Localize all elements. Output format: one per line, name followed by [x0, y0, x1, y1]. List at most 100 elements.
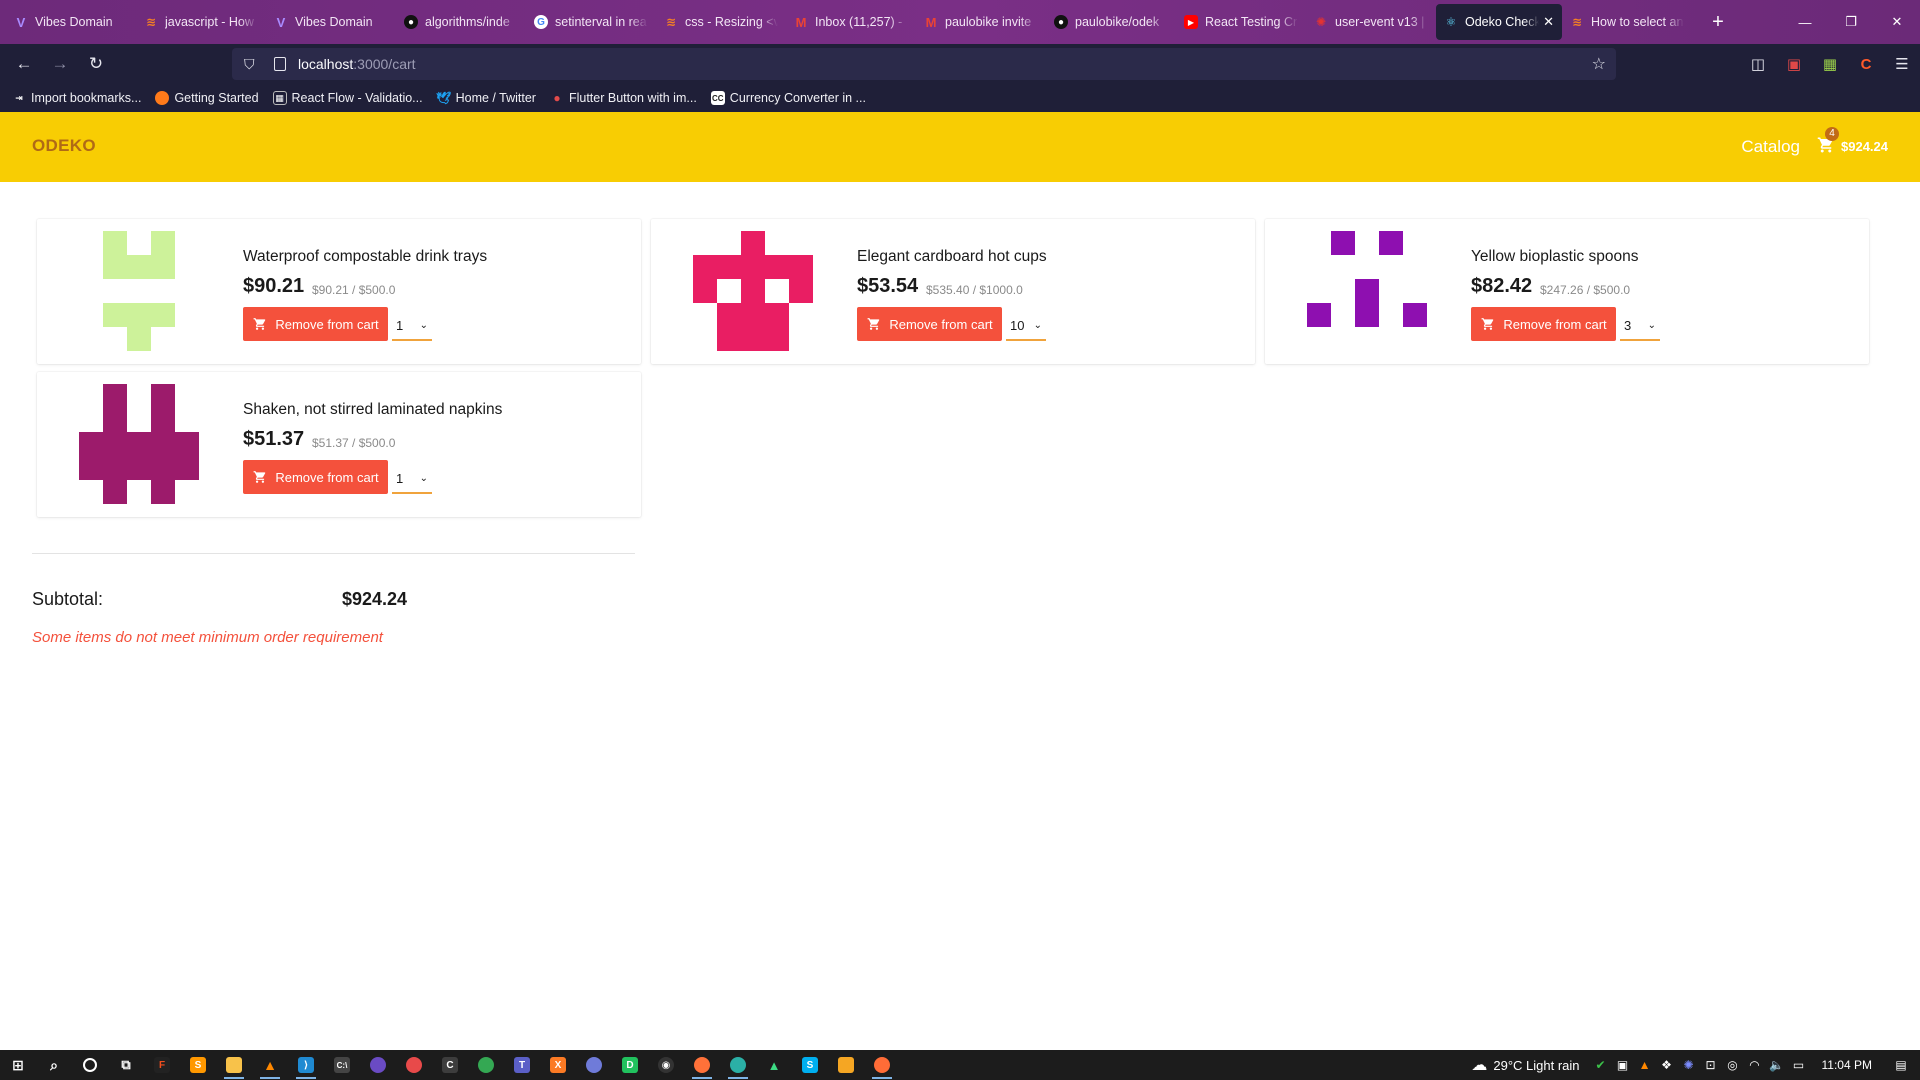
taskbar-app[interactable]: ⟩: [288, 1050, 324, 1080]
remove-from-cart-button[interactable]: Remove from cart: [857, 307, 1002, 341]
browser-tab[interactable]: ≋ css - Resizing <v: [656, 4, 786, 40]
check-icon[interactable]: ✔: [1590, 1058, 1612, 1072]
window-close-icon[interactable]: ✕: [1874, 14, 1920, 30]
search-button[interactable]: ⌕: [36, 1050, 72, 1080]
taskbar-app[interactable]: [828, 1050, 864, 1080]
quantity-select[interactable]: 10 ⌄: [1006, 311, 1046, 341]
extension-icon[interactable]: ▣: [1776, 55, 1812, 73]
gmail-icon: M: [795, 14, 807, 30]
minimize-icon[interactable]: —: [1782, 15, 1828, 30]
quantity-select[interactable]: 1 ⌄: [392, 311, 432, 341]
tray-app-icon[interactable]: ❖: [1656, 1058, 1678, 1072]
start-button[interactable]: ⊞: [0, 1050, 36, 1080]
notification-icon[interactable]: ▤: [1890, 1058, 1912, 1072]
battery-icon[interactable]: ▭: [1788, 1058, 1810, 1072]
browser-tab[interactable]: ✺ user-event v13 |: [1306, 4, 1436, 40]
browser-tab[interactable]: ▶ React Testing Cr: [1176, 4, 1306, 40]
taskbar-app[interactable]: T: [504, 1050, 540, 1080]
tray-app-icon[interactable]: ⊡: [1700, 1058, 1722, 1072]
chrome-icon: [478, 1057, 494, 1073]
wifi-icon[interactable]: ◠: [1744, 1058, 1766, 1072]
taskbar-app[interactable]: ▲: [252, 1050, 288, 1080]
taskbar-app[interactable]: [720, 1050, 756, 1080]
cart-link[interactable]: 4 $924.24: [1817, 127, 1888, 156]
task-view-button[interactable]: ⧉: [108, 1050, 144, 1080]
pocket-icon[interactable]: ◫: [1740, 55, 1776, 73]
cart-item-card: Yellow bioplastic spoons $82.42 $247.26 …: [1265, 219, 1869, 364]
windows-taskbar: ⊞ ⌕ ⧉ F S ▲ ⟩ C:\ C T X D ◉ ▲ S ☁ 29°C L…: [0, 1050, 1920, 1080]
menu-icon[interactable]: ☰: [1884, 55, 1920, 73]
bookmark-item[interactable]: 🕊 Home / Twitter: [436, 91, 536, 105]
taskbar-app[interactable]: X: [540, 1050, 576, 1080]
browser-tab[interactable]: Mpaulobike invite: [916, 4, 1046, 40]
taskbar-app[interactable]: C: [432, 1050, 468, 1080]
quantity-select[interactable]: 3 ⌄: [1620, 311, 1660, 341]
volume-icon[interactable]: 🔈: [1766, 1058, 1788, 1072]
browser-tab[interactable]: Gsetinterval in rea: [526, 4, 656, 40]
taskbar-app[interactable]: [468, 1050, 504, 1080]
forward-arrow-icon[interactable]: →: [42, 48, 78, 80]
browser-tab[interactable]: ≋ How to select an: [1562, 4, 1692, 40]
product-name: Waterproof compostable drink trays: [243, 248, 488, 265]
testing-library-icon: ✺: [1315, 15, 1327, 29]
taskbar-app[interactable]: [216, 1050, 252, 1080]
browser-tab[interactable]: ● algorithms/inde: [396, 4, 526, 40]
extension-icon[interactable]: ▦: [1812, 55, 1848, 73]
minimum-order-warning: Some items do not meet minimum order req…: [32, 629, 383, 646]
browser-tab-bar: V Vibes Domain ≋ javascript - How V Vibes D…: [0, 0, 1920, 44]
tray-app-icon[interactable]: ◎: [1722, 1058, 1744, 1072]
bookmark-star-icon[interactable]: ☆: [1592, 54, 1606, 74]
product-thumbnail: [79, 384, 199, 504]
close-tab-icon[interactable]: ✕: [1543, 14, 1554, 30]
bookmark-item[interactable]: ⇥ Import bookmarks...: [12, 91, 141, 105]
teams-icon: T: [514, 1057, 530, 1073]
taskbar-app[interactable]: [576, 1050, 612, 1080]
browser-tab[interactable]: V Vibes Domain: [266, 4, 396, 40]
taskbar-app[interactable]: [396, 1050, 432, 1080]
restore-icon[interactable]: ❐: [1828, 14, 1874, 30]
cortana-button[interactable]: [72, 1050, 108, 1080]
app-icon: [406, 1057, 422, 1073]
taskbar-app[interactable]: ▲: [756, 1050, 792, 1080]
browser-tab[interactable]: V Vibes Domain: [6, 4, 136, 40]
bookmark-item[interactable]: Getting Started: [155, 91, 259, 105]
catalog-link[interactable]: Catalog: [1741, 137, 1800, 157]
taskbar-app[interactable]: S: [180, 1050, 216, 1080]
browser-tab-active[interactable]: ⚛Odeko Checko✕: [1436, 4, 1562, 40]
taskbar-app[interactable]: [360, 1050, 396, 1080]
firefox-icon: [694, 1057, 710, 1073]
taskbar-app[interactable]: [864, 1050, 900, 1080]
remove-from-cart-button[interactable]: Remove from cart: [1471, 307, 1616, 341]
remove-from-cart-button[interactable]: Remove from cart: [243, 307, 388, 341]
browser-tab[interactable]: ● paulobike/odek: [1046, 4, 1176, 40]
taskbar-app[interactable]: S: [792, 1050, 828, 1080]
vlc-tray-icon[interactable]: ▲: [1634, 1058, 1656, 1072]
tray-app-icon[interactable]: ▣: [1612, 1058, 1634, 1072]
remove-from-cart-button[interactable]: Remove from cart: [243, 460, 388, 494]
browser-tab[interactable]: ≋ javascript - How: [136, 4, 266, 40]
shield-icon[interactable]: ⛉: [244, 56, 260, 72]
back-arrow-icon[interactable]: ←: [6, 48, 42, 80]
reload-icon[interactable]: ↻: [78, 48, 114, 80]
url-text[interactable]: localhost:3000/cart: [298, 56, 416, 72]
obs-icon: ◉: [658, 1057, 674, 1073]
cart-item-card: Shaken, not stirred laminated napkins $5…: [37, 372, 641, 517]
taskbar-app[interactable]: F: [144, 1050, 180, 1080]
taskbar-app[interactable]: [684, 1050, 720, 1080]
weather-widget[interactable]: ☁ 29°C Light rain: [1471, 1055, 1579, 1075]
bookmark-item[interactable]: CC Currency Converter in ...: [710, 91, 866, 105]
new-tab-button[interactable]: +: [1706, 11, 1730, 34]
url-bar[interactable]: ⛉ localhost:3000/cart ☆: [232, 48, 1616, 80]
tray-app-icon[interactable]: ✺: [1678, 1058, 1700, 1072]
bookmark-item[interactable]: ▦ React Flow - Validatio...: [272, 91, 423, 105]
clock[interactable]: 11:04 PM: [1822, 1058, 1872, 1072]
taskbar-app[interactable]: ◉: [648, 1050, 684, 1080]
bookmark-item[interactable]: ● Flutter Button with im...: [550, 91, 696, 105]
browser-tab[interactable]: M Inbox (11,257) -: [786, 4, 916, 40]
taskbar-app[interactable]: D: [612, 1050, 648, 1080]
logo[interactable]: ODEKO: [32, 136, 96, 156]
figma-icon: F: [154, 1057, 170, 1073]
extension-icon[interactable]: C: [1848, 56, 1884, 73]
quantity-select[interactable]: 1 ⌄: [392, 464, 432, 494]
taskbar-app[interactable]: C:\: [324, 1050, 360, 1080]
